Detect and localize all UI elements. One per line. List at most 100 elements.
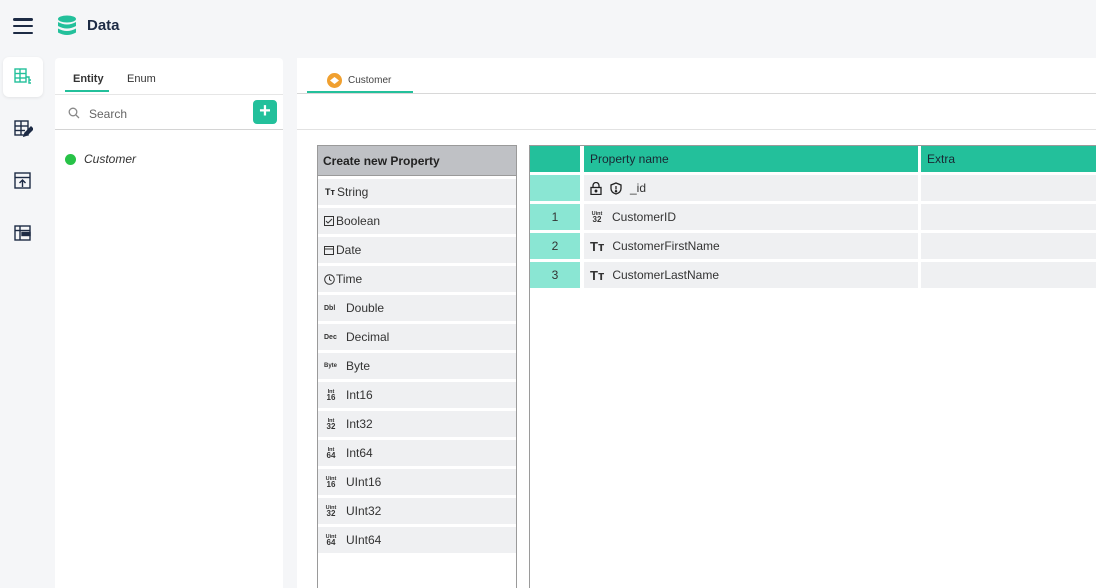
int32-type-icon: Int 32 (326, 418, 336, 431)
entity-label: Customer (84, 152, 137, 166)
row-index (530, 175, 580, 201)
type-time[interactable]: Time (318, 266, 516, 292)
tab-entity[interactable]: Entity (73, 73, 104, 85)
tab-enum[interactable]: Enum (127, 73, 156, 85)
type-boolean[interactable]: Boolean (318, 208, 516, 234)
type-date[interactable]: Date (318, 237, 516, 263)
type-decimal[interactable]: Dec Decimal (318, 324, 516, 350)
type-string[interactable]: Tт String (318, 179, 516, 205)
left-rail (0, 52, 46, 588)
type-int64[interactable]: Int 64 Int64 (318, 440, 516, 466)
uint32-type-icon: Uint 32 (591, 211, 603, 224)
type-label: Boolean (336, 214, 381, 228)
properties-table: Property name Extra _id 1 Uint 32 Custome… (529, 145, 1096, 588)
panel-tabs: Entity Enum (55, 58, 283, 94)
divider (55, 94, 283, 95)
type-int32[interactable]: Int 32 Int32 (318, 411, 516, 437)
tab-customer[interactable]: Customer (307, 68, 413, 93)
create-property-header: Create new Property (318, 146, 516, 176)
type-int16[interactable]: Int 16 Int16 (318, 382, 516, 408)
top-bar: Data (0, 0, 1096, 52)
add-entity-button[interactable]: + (253, 100, 277, 124)
type-uint64[interactable]: Uint 64 UInt64 (318, 527, 516, 553)
table-upload-icon (14, 172, 31, 189)
table-row[interactable]: 3 Tт CustomerLastName (530, 262, 1096, 288)
type-uint16[interactable]: Uint 16 UInt16 (318, 469, 516, 495)
shield-icon (610, 181, 622, 195)
header-extra[interactable]: Extra (921, 146, 1096, 172)
table-row[interactable]: 1 Uint 32 CustomerID (530, 204, 1096, 230)
type-label: Decimal (346, 330, 390, 344)
clock-icon (324, 273, 335, 285)
uint16-type-icon: Uint 16 (325, 476, 337, 489)
row-index: 2 (530, 233, 580, 259)
type-label: String (337, 185, 369, 199)
divider (55, 129, 283, 130)
calendar-icon (324, 246, 334, 255)
type-label: Int16 (346, 388, 373, 402)
create-property-panel: Create new Property Tт String Boolean Da… (317, 145, 517, 588)
property-name-cell[interactable]: Uint 32 CustomerID (584, 204, 918, 230)
search-icon (68, 107, 80, 119)
type-label: Double (346, 301, 385, 315)
type-label: UInt16 (346, 475, 382, 489)
type-label: Byte (346, 359, 371, 373)
app-title: Data (87, 17, 120, 34)
lock-icon (590, 181, 602, 195)
table-row[interactable]: 2 Tт CustomerFirstName (530, 233, 1096, 259)
text-type-icon: Tт (590, 238, 605, 254)
rail-entities-button[interactable] (3, 57, 43, 97)
text-type-icon: Tт (325, 187, 335, 197)
byte-type-icon: Byte (324, 363, 338, 369)
property-name: _id (630, 181, 647, 195)
type-label: Int32 (346, 417, 373, 431)
uint32-type-icon: Uint 32 (325, 505, 337, 518)
extra-cell[interactable] (921, 233, 1096, 259)
status-dot (65, 153, 76, 165)
type-byte[interactable]: Byte Byte (318, 353, 516, 379)
extra-cell[interactable] (921, 262, 1096, 288)
property-name: CustomerLastName (612, 268, 720, 282)
type-label: Int64 (346, 446, 373, 460)
entity-panel: Entity Enum + Customer (55, 58, 283, 588)
int16-type-icon: Int 16 (326, 389, 336, 402)
property-name-cell[interactable]: Tт CustomerFirstName (584, 233, 918, 259)
header-property-name[interactable]: Property name (584, 146, 918, 172)
property-name-cell[interactable]: _id (584, 175, 918, 201)
entity-item-customer[interactable]: Customer (65, 152, 136, 166)
divider (297, 93, 1096, 94)
text-type-icon: Tт (590, 267, 605, 283)
row-index: 1 (530, 204, 580, 230)
search-input[interactable] (89, 104, 239, 124)
extra-cell[interactable] (921, 175, 1096, 201)
table-edit-icon (14, 120, 33, 138)
database-icon (58, 15, 76, 35)
active-tab-indicator (65, 90, 109, 92)
int64-type-icon: Int 64 (326, 447, 336, 460)
type-label: UInt32 (346, 504, 382, 518)
rail-layout-button[interactable] (3, 213, 43, 253)
row-index: 3 (530, 262, 580, 288)
property-name: CustomerID (612, 210, 677, 224)
type-double[interactable]: Dbl Double (318, 295, 516, 321)
double-type-icon: Dbl (324, 304, 336, 312)
type-label: Date (336, 243, 362, 257)
hamburger-menu-icon[interactable] (13, 18, 33, 34)
entity-tab-icon (327, 73, 342, 88)
table-header-row: Property name Extra (530, 146, 1096, 172)
type-uint32[interactable]: Uint 32 UInt32 (318, 498, 516, 524)
property-name: CustomerFirstName (612, 239, 720, 253)
entity-diagram-icon (14, 68, 31, 84)
decimal-type-icon: Dec (324, 333, 337, 341)
table-row[interactable]: _id (530, 175, 1096, 201)
extra-cell[interactable] (921, 204, 1096, 230)
header-index (530, 146, 580, 172)
type-label: Time (336, 272, 363, 286)
rail-import-button[interactable] (3, 161, 43, 201)
editor-area: Customer Create new Property Tт String B… (297, 58, 1096, 588)
uint64-type-icon: Uint 64 (325, 534, 337, 547)
checkbox-icon (324, 216, 334, 226)
property-name-cell[interactable]: Tт CustomerLastName (584, 262, 918, 288)
tab-label: Customer (348, 75, 392, 86)
rail-edit-table-button[interactable] (3, 109, 43, 149)
